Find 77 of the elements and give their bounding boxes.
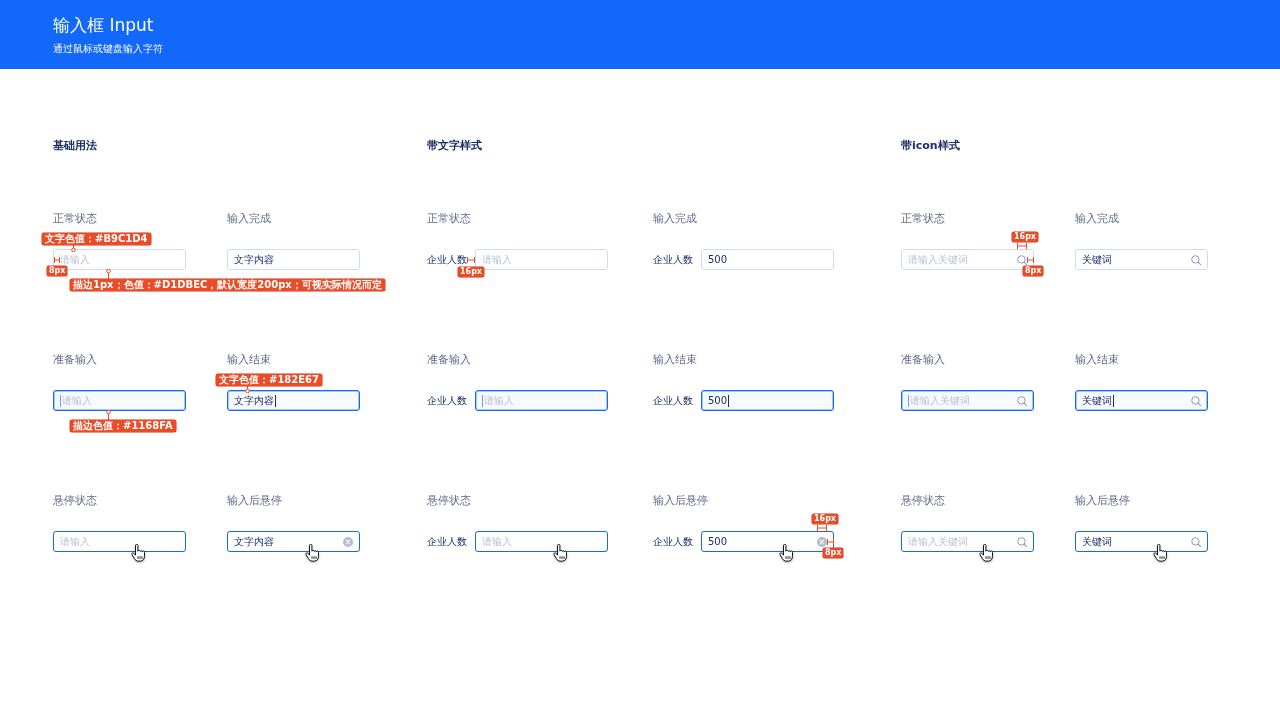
- hand-cursor-icon: [305, 544, 319, 562]
- field-label: 企业人数: [427, 394, 467, 407]
- state-label: 正常状态: [53, 212, 97, 226]
- callout-pointer-icon: [105, 410, 111, 420]
- search-icon: [1017, 254, 1027, 265]
- dimension-line-icon: [54, 257, 60, 263]
- hand-cursor-icon: [553, 544, 567, 562]
- state-label: 悬停状态: [53, 494, 97, 508]
- search-icon: [1017, 536, 1027, 547]
- state-label: 正常状态: [427, 212, 471, 226]
- hand-cursor-icon: [1153, 544, 1167, 562]
- callout-pointer-icon: [244, 386, 250, 393]
- callout-pointer-icon: [105, 269, 111, 279]
- page-title: 输入框 Input: [53, 15, 154, 36]
- input-field[interactable]: 文字内容: [227, 531, 360, 552]
- annotation-tag: 描边色值：#1168FA: [70, 420, 176, 432]
- text-cursor-icon: [60, 394, 61, 407]
- search-field[interactable]: 关键词: [1075, 390, 1208, 411]
- field-label: 企业人数: [653, 394, 693, 407]
- text-cursor-icon: [728, 394, 730, 407]
- state-label: 输入完成: [653, 212, 697, 226]
- field-label: 企业人数: [427, 535, 467, 548]
- dimension-line-icon: [1017, 243, 1027, 249]
- text-cursor-icon: [275, 394, 276, 407]
- section-title: 带icon样式: [901, 139, 960, 153]
- annotation-tag: 16px: [1012, 232, 1039, 242]
- dimension-line-icon: [467, 257, 475, 263]
- annotation-tag: 16px: [812, 514, 839, 524]
- dimension-line-icon: [827, 539, 834, 545]
- state-label: 正常状态: [901, 212, 945, 226]
- input-field[interactable]: 500: [701, 390, 834, 411]
- section-title: 基础用法: [53, 139, 97, 153]
- dimension-line-icon: [817, 525, 827, 531]
- search-icon: [1191, 254, 1201, 265]
- annotation-tag: 8px: [823, 548, 844, 558]
- field-label: 企业人数: [427, 253, 467, 266]
- state-label: 准备输入: [427, 353, 471, 367]
- input-field[interactable]: 文字内容: [227, 390, 360, 411]
- search-icon: [1191, 536, 1201, 547]
- annotation-tag: 文字色值：#182E67: [216, 374, 322, 386]
- search-field[interactable]: 关键词: [1075, 249, 1208, 270]
- state-label: 输入后悬停: [1075, 494, 1130, 508]
- state-label: 输入结束: [227, 353, 271, 367]
- search-icon: [1191, 395, 1201, 406]
- input-field[interactable]: 文字内容: [227, 249, 360, 270]
- annotation-tag: 描边1px；色值：#D1DBEC，默认宽度200px；可视实际情况而定: [70, 279, 385, 291]
- annotation-tag: 文字色值：#B9C1D4: [42, 233, 151, 245]
- text-cursor-icon: [1113, 394, 1114, 407]
- hand-cursor-icon: [779, 544, 793, 562]
- clear-icon[interactable]: [343, 536, 353, 547]
- state-label: 输入完成: [227, 212, 271, 226]
- state-label: 输入结束: [653, 353, 697, 367]
- hand-cursor-icon: [979, 544, 993, 562]
- annotation-tag: 8px: [1023, 266, 1044, 276]
- state-label: 悬停状态: [427, 494, 471, 508]
- clear-icon[interactable]: [817, 536, 827, 547]
- input-field[interactable]: 500: [701, 249, 834, 270]
- text-cursor-icon: [908, 394, 909, 407]
- callout-pointer-icon: [70, 245, 76, 252]
- annotation-tag: 16px: [458, 267, 485, 277]
- page-subtitle: 通过鼠标或键盘输入字符: [53, 42, 163, 55]
- annotation-tag: 8px: [47, 266, 68, 276]
- search-field[interactable]: 关键词: [1075, 531, 1208, 552]
- state-label: 准备输入: [901, 353, 945, 367]
- section-title: 带文字样式: [427, 139, 482, 153]
- state-label: 输入后悬停: [227, 494, 282, 508]
- state-label: 输入结束: [1075, 353, 1119, 367]
- dimension-line-icon: [1027, 257, 1034, 263]
- field-label: 企业人数: [653, 535, 693, 548]
- hand-cursor-icon: [131, 544, 145, 562]
- text-cursor-icon: [482, 394, 483, 407]
- search-icon: [1017, 395, 1027, 406]
- state-label: 输入后悬停: [653, 494, 708, 508]
- state-label: 准备输入: [53, 353, 97, 367]
- field-label: 企业人数: [653, 253, 693, 266]
- state-label: 悬停状态: [901, 494, 945, 508]
- state-label: 输入完成: [1075, 212, 1119, 226]
